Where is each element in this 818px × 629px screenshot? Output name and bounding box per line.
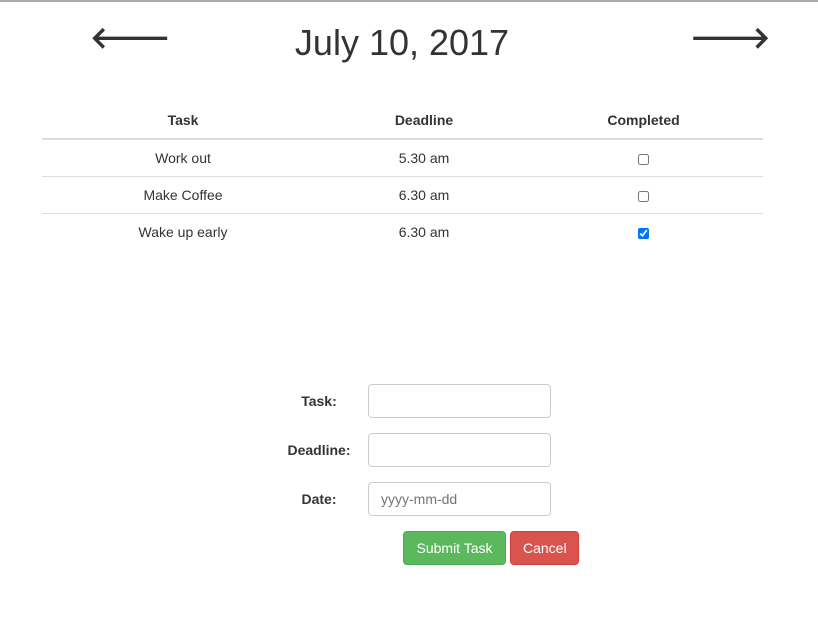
submit-task-button[interactable]: Submit Task bbox=[403, 531, 506, 565]
completed-checkbox[interactable] bbox=[638, 190, 649, 202]
table-row: Make Coffee 6.30 am bbox=[42, 176, 763, 214]
task-cell: Make Coffee bbox=[42, 176, 324, 214]
date-label: Date: bbox=[301, 491, 337, 507]
deadline-cell: 6.30 am bbox=[324, 176, 524, 214]
task-form-row: Task: bbox=[270, 384, 551, 418]
task-input[interactable] bbox=[368, 384, 551, 418]
page-title: July 10, 2017 bbox=[294, 22, 510, 63]
cancel-button[interactable]: Cancel bbox=[510, 531, 579, 565]
deadline-cell: 5.30 am bbox=[324, 138, 524, 177]
completed-checkbox[interactable] bbox=[638, 153, 649, 165]
column-header-deadline: Deadline bbox=[324, 102, 524, 140]
deadline-cell: 6.30 am bbox=[324, 213, 524, 250]
arrow-right-icon[interactable]: 🡒 bbox=[690, 24, 770, 54]
task-table: Task Deadline Completed Work out 5.30 am… bbox=[42, 102, 763, 250]
deadline-input[interactable] bbox=[368, 433, 551, 467]
date-form-row: Date: bbox=[270, 482, 551, 516]
task-cell: Wake up early bbox=[42, 213, 324, 250]
deadline-form-row: Deadline: bbox=[270, 433, 551, 467]
completed-checkbox[interactable] bbox=[638, 227, 649, 239]
column-header-completed: Completed bbox=[524, 102, 763, 140]
table-row: Wake up early 6.30 am bbox=[42, 213, 763, 250]
date-input[interactable] bbox=[368, 482, 551, 516]
task-cell: Work out bbox=[42, 138, 324, 177]
table-row: Work out 5.30 am bbox=[42, 138, 763, 177]
deadline-label: Deadline: bbox=[287, 442, 351, 458]
task-label: Task: bbox=[301, 393, 337, 409]
column-header-task: Task bbox=[42, 102, 324, 140]
